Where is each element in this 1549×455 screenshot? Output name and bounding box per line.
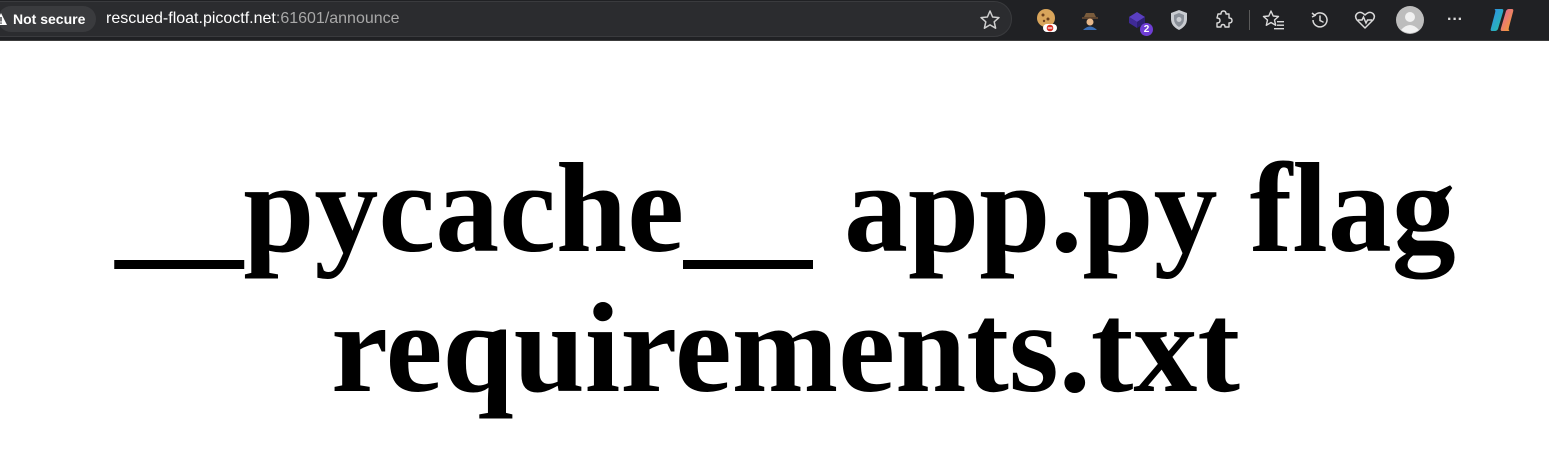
copilot-icon[interactable] bbox=[1488, 6, 1516, 34]
toolbar-separator bbox=[1249, 10, 1250, 30]
url-host: rescued-float.picoctf.net bbox=[106, 10, 276, 27]
profile-avatar[interactable] bbox=[1396, 6, 1424, 34]
url-path: :61601/announce bbox=[275, 10, 400, 27]
history-icon[interactable] bbox=[1306, 6, 1334, 34]
site-info-button[interactable]: Not secure bbox=[0, 6, 96, 32]
page-content: __pycache__ app.py flag requirements.txt bbox=[0, 40, 1549, 455]
browser-essentials-icon[interactable] bbox=[1351, 6, 1379, 34]
extensions-icon[interactable] bbox=[1209, 6, 1237, 34]
favorites-icon[interactable] bbox=[1260, 6, 1288, 34]
notification-extension-icon[interactable]: 2 bbox=[1123, 6, 1153, 36]
shield-extension-icon[interactable] bbox=[1165, 6, 1193, 34]
more-icon[interactable]: ··· bbox=[1441, 6, 1469, 34]
browser-toolbar: Not secure rescued-float.picoctf.net:616… bbox=[0, 0, 1549, 41]
warning-icon bbox=[0, 13, 7, 25]
security-label: Not secure bbox=[13, 11, 86, 27]
directory-listing-heading: __pycache__ app.py flag requirements.txt bbox=[115, 137, 1456, 419]
detective-extension-icon[interactable] bbox=[1076, 6, 1104, 34]
star-icon[interactable] bbox=[978, 8, 1002, 32]
extension-badge: 2 bbox=[1140, 23, 1153, 36]
cookie-extension-icon[interactable] bbox=[1033, 6, 1061, 34]
url-text[interactable]: rescued-float.picoctf.net:61601/announce bbox=[106, 9, 400, 29]
